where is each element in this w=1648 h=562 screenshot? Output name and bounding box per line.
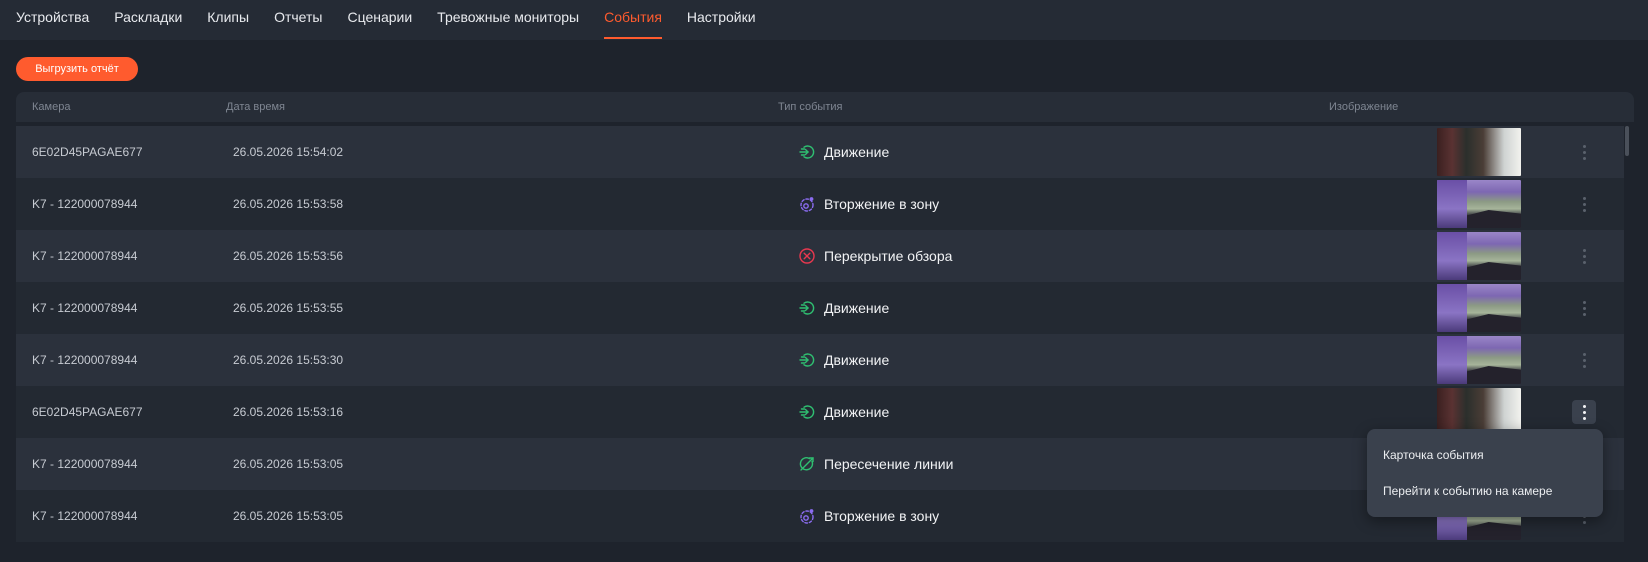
export-report-button[interactable]: Выгрузить отчёт [16, 57, 138, 81]
tab-3[interactable]: Отчеты [274, 0, 322, 40]
tab-4[interactable]: Сценарии [347, 0, 412, 40]
line-crossing-icon [798, 455, 816, 473]
event-type-cell: Перекрытие обзора [798, 230, 952, 282]
event-type-cell: Движение [798, 282, 889, 334]
table-header: Камера Дата время Тип события Изображени… [16, 92, 1634, 122]
event-type-label: Движение [824, 352, 890, 368]
datetime-cell: 26.05.2026 15:53:30 [233, 353, 344, 367]
row-more-icon[interactable] [1572, 296, 1596, 320]
column-header-image: Изображение [1329, 101, 1399, 113]
row-more-icon[interactable] [1572, 192, 1596, 216]
event-type-label: Движение [824, 144, 890, 160]
event-type-label: Движение [824, 404, 890, 420]
column-header-camera: Камера [32, 101, 71, 113]
event-type-cell: Движение [798, 126, 889, 178]
event-type-label: Вторжение в зону [824, 508, 940, 524]
datetime-cell: 26.05.2026 15:53:16 [233, 405, 344, 419]
menu-item-event-card[interactable]: Карточка события [1367, 437, 1603, 473]
menu-item-go-to-camera-event[interactable]: Перейти к событию на камере [1367, 473, 1603, 509]
event-thumbnail[interactable] [1437, 336, 1521, 384]
motion-icon [798, 299, 816, 317]
camera-cell: K7 - 122000078944 [32, 197, 138, 211]
camera-cell: K7 - 122000078944 [32, 301, 138, 315]
event-thumbnail[interactable] [1437, 284, 1521, 332]
tab-2[interactable]: Клипы [207, 0, 249, 40]
camera-cell: K7 - 122000078944 [32, 249, 138, 263]
column-header-event-type: Тип события [778, 101, 843, 113]
tab-1[interactable]: Раскладки [114, 0, 182, 40]
tab-0[interactable]: Устройства [16, 0, 89, 40]
motion-icon [798, 403, 816, 421]
camera-cell: K7 - 122000078944 [32, 353, 138, 367]
event-thumbnail[interactable] [1437, 128, 1521, 176]
column-header-datetime: Дата время [226, 101, 286, 113]
motion-icon [798, 143, 816, 161]
datetime-cell: 26.05.2026 15:54:02 [233, 145, 344, 159]
datetime-cell: 26.05.2026 15:53:05 [233, 457, 344, 471]
event-type-cell: Движение [798, 386, 889, 438]
table-row[interactable]: K7 - 122000078944 26.05.2026 15:53:55 Движ… [16, 282, 1624, 334]
camera-cell: K7 - 122000078944 [32, 509, 138, 523]
view-blocked-icon [798, 247, 816, 265]
zone-intrusion-icon [798, 195, 816, 213]
tab-6[interactable]: События [604, 0, 662, 40]
event-type-label: Перекрытие обзора [824, 248, 953, 264]
table-row[interactable]: K7 - 122000078944 26.05.2026 15:53:30 Движ… [16, 334, 1624, 386]
table-row[interactable]: 6E02D45PAGAE677 26.05.2026 15:54:02 Движен… [16, 126, 1624, 178]
table-row[interactable]: K7 - 122000078944 26.05.2026 15:53:56 Пере… [16, 230, 1624, 282]
event-thumbnail[interactable] [1437, 232, 1521, 280]
row-context-menu: Карточка события Перейти к событию на ка… [1367, 429, 1603, 517]
camera-cell: 6E02D45PAGAE677 [32, 405, 143, 419]
table-scrollbar[interactable] [1625, 126, 1629, 156]
row-more-icon[interactable] [1572, 244, 1596, 268]
datetime-cell: 26.05.2026 15:53:05 [233, 509, 344, 523]
row-more-icon[interactable] [1572, 140, 1596, 164]
row-more-icon[interactable] [1572, 400, 1596, 424]
event-type-cell: Вторжение в зону [798, 178, 939, 230]
motion-icon [798, 351, 816, 369]
event-type-cell: Пересечение линии [798, 438, 953, 490]
row-more-icon[interactable] [1572, 348, 1596, 372]
camera-cell: 6E02D45PAGAE677 [32, 145, 143, 159]
datetime-cell: 26.05.2026 15:53:58 [233, 197, 344, 211]
top-navigation: Устройства Раскладки Клипы Отчеты Сценарии Тр… [0, 0, 1648, 40]
tab-7[interactable]: Настройки [687, 0, 756, 40]
event-type-label: Пересечение линии [824, 456, 954, 472]
event-thumbnail[interactable] [1437, 180, 1521, 228]
camera-cell: K7 - 122000078944 [32, 457, 138, 471]
datetime-cell: 26.05.2026 15:53:56 [233, 249, 344, 263]
event-type-cell: Вторжение в зону [798, 490, 939, 542]
table-row[interactable]: K7 - 122000078944 26.05.2026 15:53:58 Втор… [16, 178, 1624, 230]
tab-5[interactable]: Тревожные мониторы [437, 0, 579, 40]
event-type-cell: Движение [798, 334, 889, 386]
event-type-label: Вторжение в зону [824, 196, 940, 212]
datetime-cell: 26.05.2026 15:53:55 [233, 301, 344, 315]
zone-intrusion-icon [798, 507, 816, 525]
event-type-label: Движение [824, 300, 890, 316]
